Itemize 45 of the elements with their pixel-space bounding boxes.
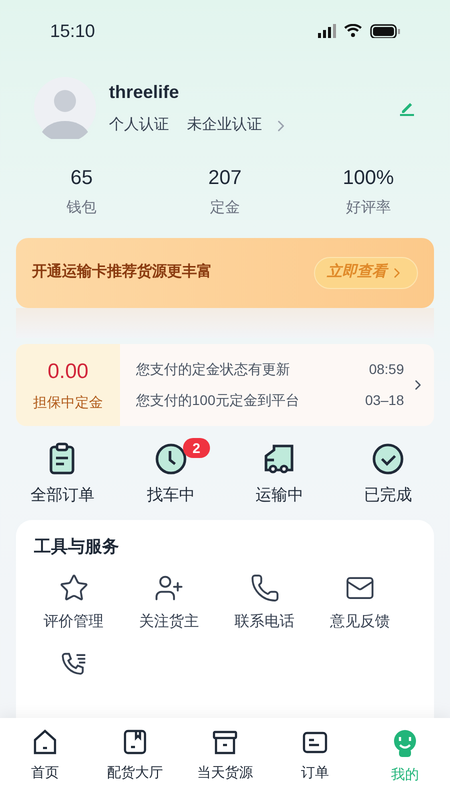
banner-text: 开通运输卡推荐货源更丰富 (32, 262, 212, 282)
tool-item[interactable]: 联系电话 (217, 573, 312, 634)
status-time: 15:10 (50, 20, 96, 42)
signal-icon (318, 24, 336, 38)
tab-item[interactable]: 当天货源 (180, 728, 270, 800)
check-circle-icon (370, 442, 405, 476)
tool-item[interactable]: 意见反馈 (312, 573, 408, 634)
clock-icon (154, 442, 188, 476)
tool-item[interactable]: 评价管理 (26, 573, 121, 634)
section-title: 工具与服务 (34, 536, 120, 558)
battery-icon (370, 24, 400, 38)
order-status-button[interactable]: 已完成 (334, 442, 442, 508)
user-name: threelife (109, 81, 180, 104)
message-time: 08:59 (368, 360, 404, 378)
message-text: 您支付的100元定金到平台 (136, 390, 300, 410)
message-time: 03–18 (365, 390, 404, 410)
truck-icon (262, 442, 296, 476)
tool-item[interactable]: 关注货主 (122, 573, 216, 634)
wifi-icon (344, 24, 362, 38)
avatar (34, 77, 96, 139)
count-badge: 2 (182, 438, 210, 458)
archive-icon (211, 728, 239, 756)
order-status-button[interactable]: 运输中 (225, 442, 334, 508)
stat-label: 钱包 (66, 198, 97, 218)
tab-item[interactable]: 订单 (270, 728, 360, 800)
tab-item[interactable]: 配货大厅 (90, 728, 180, 800)
message-text: 您支付的定金状态有更新 (136, 360, 290, 378)
deposit-card[interactable]: 0.00 担保中定金 您支付的定金状态有更新 08:59 您支付的100元定金到平台 03–18 (16, 344, 434, 426)
phone-icon (250, 573, 280, 603)
promo-banner[interactable]: 开通运输卡推荐货源更丰富 立即查看 (16, 238, 434, 308)
order-status-button[interactable]: 全部订单 (8, 442, 116, 508)
tab-item[interactable]: 首页 (0, 728, 90, 800)
deposit-amount: 0.00 (48, 359, 88, 386)
stat-value: 65 (70, 166, 93, 191)
stat-label: 定金 (210, 198, 240, 218)
certification-label: 未企业认证 (187, 115, 262, 136)
certification-label: 个人认证 (109, 115, 169, 136)
home-icon (31, 728, 59, 756)
star-icon (58, 573, 88, 603)
stat-value: 100% (342, 166, 394, 191)
stat-value: 207 (208, 166, 242, 191)
user-plus-icon (154, 573, 184, 603)
deposit-label: 担保中定金 (33, 392, 103, 412)
stat-label: 好评率 (346, 198, 391, 218)
package-icon (121, 728, 149, 756)
